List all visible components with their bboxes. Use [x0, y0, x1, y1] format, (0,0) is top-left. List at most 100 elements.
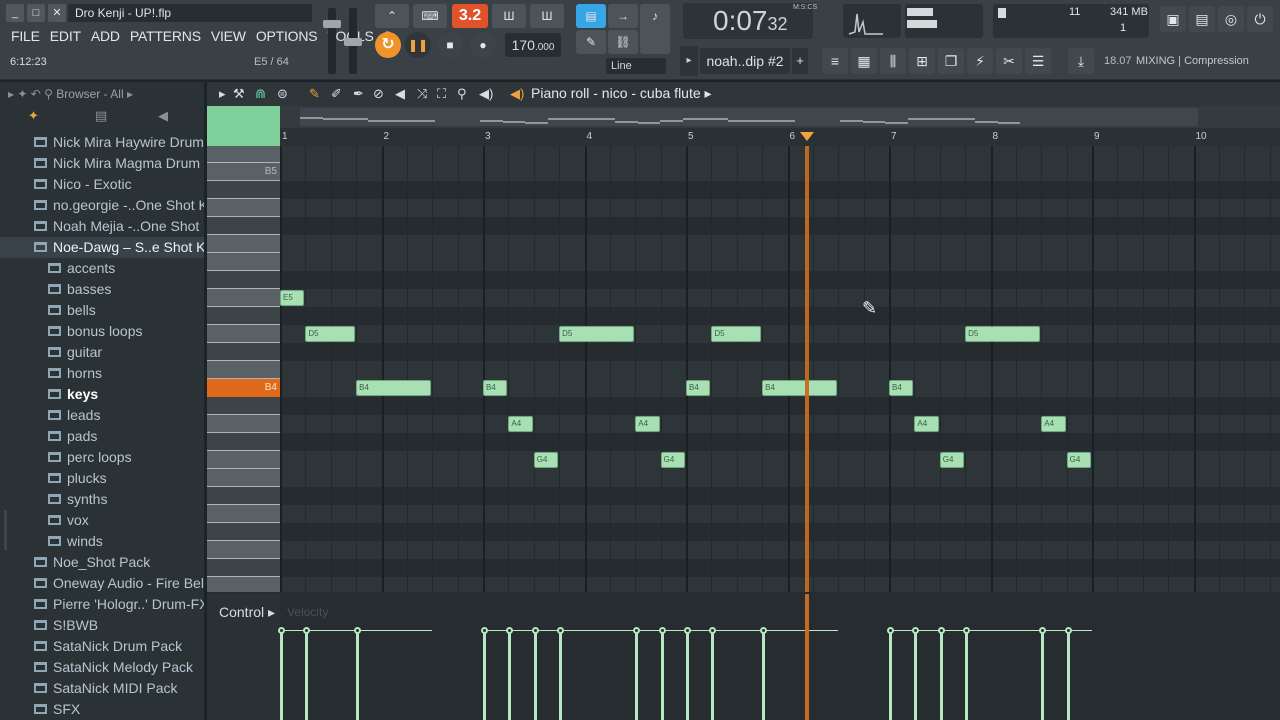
piano-key[interactable]: [207, 541, 280, 559]
step-edit-button[interactable]: Ш: [492, 4, 526, 28]
piano-roll-button[interactable]: ▤: [576, 4, 606, 28]
menu-view[interactable]: VIEW: [206, 25, 251, 47]
bar-number[interactable]: 8: [993, 131, 999, 142]
arrow-button[interactable]: →: [608, 4, 638, 28]
velocity-handle[interactable]: [354, 627, 362, 634]
velocity-handle[interactable]: [760, 627, 768, 634]
bar-number[interactable]: 6: [790, 131, 796, 142]
menu-patterns[interactable]: PATTERNS: [125, 25, 206, 47]
piano-key[interactable]: [207, 146, 280, 163]
browser-item[interactable]: Nick Mira Haywire Drum Kit: [0, 132, 204, 153]
browser-item[interactable]: keys: [0, 384, 204, 405]
velocity-bar[interactable]: [889, 630, 892, 720]
pattern-song-toggle[interactable]: 3.2: [452, 4, 488, 28]
browser-item[interactable]: winds: [0, 531, 204, 552]
velocity-bar[interactable]: [280, 630, 283, 720]
playback-icon[interactable]: ◀): [479, 86, 493, 102]
velocity-handle[interactable]: [303, 627, 311, 634]
piano-keyboard[interactable]: B5 B4: [207, 146, 280, 592]
note[interactable]: D5: [305, 326, 356, 342]
velocity-handle[interactable]: [937, 627, 945, 634]
slice-icon[interactable]: ⤨: [417, 86, 427, 102]
menu-options[interactable]: OPTIONS: [251, 25, 323, 47]
note[interactable]: D5: [965, 326, 1041, 342]
render-icon[interactable]: ☰: [1025, 48, 1051, 74]
master-pitch-slider[interactable]: [344, 8, 362, 74]
piano-key[interactable]: [207, 487, 280, 505]
browser-item[interactable]: Noah Mejia -..One Shot Kit): [0, 216, 204, 237]
browser-item[interactable]: basses: [0, 279, 204, 300]
piano-key[interactable]: [207, 199, 280, 217]
note[interactable]: B4: [762, 380, 838, 396]
piano-key[interactable]: [207, 253, 280, 271]
piano-key[interactable]: [207, 505, 280, 523]
piano-key[interactable]: [207, 433, 280, 451]
tempo-field[interactable]: 170.000: [505, 33, 561, 57]
minimize-button[interactable]: _: [6, 4, 24, 22]
velocity-bar[interactable]: [508, 630, 512, 720]
velocity-handle[interactable]: [633, 627, 641, 634]
record-button[interactable]: ●: [470, 32, 496, 58]
metronome-icon[interactable]: ♪: [640, 4, 670, 54]
velocity-bar[interactable]: [1066, 630, 1070, 720]
loop-icon[interactable]: ↻: [375, 32, 401, 58]
piano-key[interactable]: [207, 217, 280, 235]
browser-item[interactable]: leads: [0, 405, 204, 426]
velocity-handle[interactable]: [481, 627, 488, 634]
wait-record-button[interactable]: Ш: [530, 4, 564, 28]
browser-item[interactable]: Nico - Exotic: [0, 174, 204, 195]
menu-file[interactable]: FILE: [6, 25, 45, 47]
note[interactable]: G4: [939, 452, 965, 468]
pause-button[interactable]: ❚❚: [405, 32, 431, 58]
browser-item[interactable]: SFX: [0, 699, 204, 720]
browser-item[interactable]: Oneway Audio - Fire Bells: [0, 573, 204, 594]
velocity-bar[interactable]: [1041, 630, 1045, 720]
velocity-bar[interactable]: [533, 630, 537, 720]
close-button[interactable]: ✕: [48, 4, 66, 22]
velocity-handle[interactable]: [506, 627, 514, 634]
browser-arrows-icon[interactable]: ▸ ✦ ↶ ⚲: [8, 87, 56, 101]
browser-scrollbar[interactable]: [4, 510, 7, 550]
browser-item[interactable]: S!BWB: [0, 615, 204, 636]
browser-item[interactable]: synths: [0, 489, 204, 510]
speaker-icon[interactable]: ◀: [158, 108, 168, 124]
file-icon[interactable]: ▤: [95, 108, 107, 124]
browser-item[interactable]: horns: [0, 363, 204, 384]
tools-icon[interactable]: ✂: [996, 48, 1022, 74]
note[interactable]: G4: [660, 452, 685, 468]
piano-key[interactable]: [207, 235, 280, 253]
velocity-handle[interactable]: [912, 627, 920, 634]
velocity-bar[interactable]: [762, 630, 766, 720]
master-volume-slider[interactable]: [323, 8, 341, 74]
velocity-handle[interactable]: [963, 627, 971, 634]
note[interactable]: B4: [483, 380, 508, 396]
plugin-icon[interactable]: ⚡: [967, 48, 993, 74]
note[interactable]: E5: [280, 290, 305, 306]
brush-icon[interactable]: ✒: [353, 86, 364, 102]
browser-item[interactable]: perc loops: [0, 447, 204, 468]
bar-number[interactable]: 2: [384, 131, 390, 142]
typing-keyboard-button[interactable]: ⌨: [413, 4, 447, 28]
piano-key[interactable]: [207, 307, 280, 325]
note-grid[interactable]: E5 D5 B4 B4 A4 G4 D5 A4 G4 B4 D5 B4 B4 A4 G4 D5 A4 G4: [280, 146, 1280, 592]
velocity-handle[interactable]: [658, 627, 666, 634]
velocity-lane[interactable]: Velocity: [278, 594, 1280, 720]
save-as-icon[interactable]: ▤: [1189, 6, 1215, 32]
link-icon[interactable]: ⛓: [608, 30, 638, 54]
browser-item[interactable]: guitar: [0, 342, 204, 363]
menu-edit[interactable]: EDIT: [45, 25, 86, 47]
piano-key[interactable]: [207, 289, 280, 307]
note[interactable]: A4: [914, 416, 939, 432]
save-icon[interactable]: ▣: [1160, 6, 1186, 32]
pattern-prev-icon[interactable]: ▸: [680, 46, 698, 76]
browser-item[interactable]: Nick Mira Magma Drum Kit: [0, 153, 204, 174]
piano-key[interactable]: [207, 415, 280, 433]
velocity-bar[interactable]: [635, 630, 639, 720]
piano-key[interactable]: [207, 325, 280, 343]
velocity-bar[interactable]: [914, 630, 918, 720]
velocity-handle[interactable]: [684, 627, 691, 634]
star-icon[interactable]: ✦: [28, 108, 39, 124]
piano-key[interactable]: [207, 397, 280, 415]
delete-icon[interactable]: ⊘: [373, 86, 384, 102]
velocity-handle[interactable]: [278, 627, 285, 634]
